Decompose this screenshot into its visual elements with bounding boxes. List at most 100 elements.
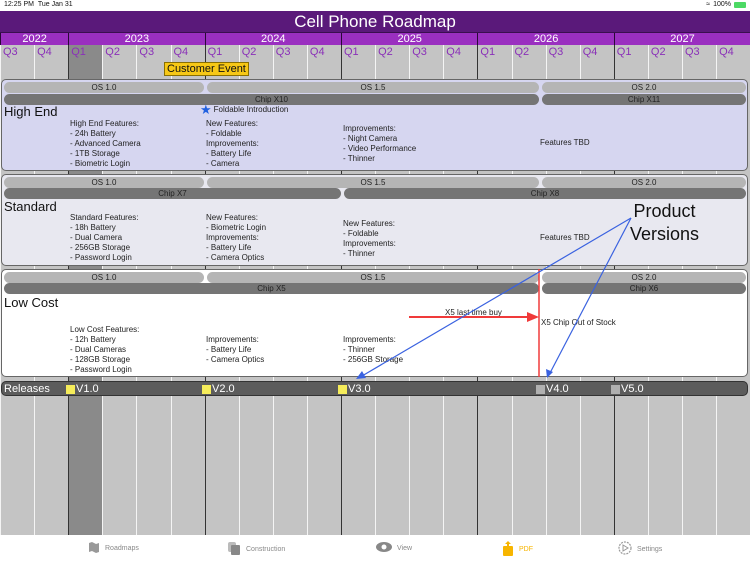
tab-label: Roadmaps (105, 544, 139, 552)
releases-bar[interactable]: Releases V1.0 V2.0 V3.0 V4.0 V5.0 (1, 381, 748, 396)
release-v1[interactable]: V1.0 (66, 383, 99, 395)
quarter-label: Q2 (378, 46, 393, 58)
tab-bar: Roadmaps Construction View PDF Settings (0, 535, 750, 562)
lane-note: Features TBD (540, 138, 590, 147)
tab-construction[interactable]: Construction (227, 541, 285, 557)
map-icon (88, 541, 100, 555)
tab-label: PDF (519, 546, 533, 553)
eye-icon (376, 541, 392, 555)
quarter-label: Q2 (105, 46, 120, 58)
lane-note: New Features: - Foldable Improvements: -… (343, 219, 396, 258)
callout-line2: Versions (630, 224, 700, 244)
lane-title: High End (4, 104, 58, 119)
os-bar[interactable]: OS 1.5 (207, 82, 539, 93)
quarter-label: Q4 (37, 46, 52, 58)
quarter-label: Q3 (275, 46, 291, 58)
battery-icon (734, 1, 746, 8)
customer-event-marker[interactable]: Customer Event (164, 62, 249, 76)
quarter-label: Q3 (139, 46, 155, 58)
last-buy-label: X5 last time buy (445, 308, 502, 317)
quarter-label: Q3 (412, 46, 427, 58)
lane-note: New Features: - Biometric Login Improvem… (206, 213, 267, 262)
tab-roadmaps[interactable]: Roadmaps (88, 541, 139, 555)
out-of-stock-label: X5 Chip Out of Stock (541, 318, 616, 327)
chip-bar[interactable]: Chip X10 (4, 94, 539, 105)
lane-note: High End Features: - 24h Battery - Advan… (70, 119, 141, 168)
date-text: Tue Jan 31 (37, 1, 73, 8)
lane-note: Features TBD (540, 233, 590, 242)
lane-high-end[interactable]: OS 1.0 OS 1.5 OS 2.0 Chip X10 Chip X11 H… (1, 79, 748, 171)
status-time: 12:25 PM Tue Jan 31 (4, 1, 73, 8)
release-v2[interactable]: V2.0 (202, 384, 235, 395)
quarter-label: Q4 (446, 46, 461, 58)
chip-bar[interactable]: Chip X7 (4, 188, 341, 199)
lane-note: Improvements: - Night Camera - Video Per… (343, 124, 417, 163)
release-v4[interactable]: V4.0 (536, 384, 569, 395)
chip-bar[interactable]: Chip X8 (344, 188, 746, 199)
release-marker (611, 384, 620, 394)
os-bar[interactable]: OS 2.0 (542, 82, 746, 93)
quarter-label: Q2 (650, 46, 666, 58)
tab-label: View (397, 544, 413, 552)
lane-title: Standard (4, 199, 57, 214)
release-label: V3.0 (348, 383, 371, 395)
tab-pdf[interactable]: PDF (502, 541, 533, 558)
tab-label: Construction (246, 545, 286, 553)
os-bar[interactable]: OS 2.0 (542, 272, 746, 283)
status-bar: 12:25 PM Tue Jan 31 ≈ 100% (0, 0, 750, 11)
product-versions-callout: Product Versions (630, 200, 699, 246)
quarter-label: Q2 (241, 46, 257, 58)
year-label: 2025 (341, 33, 477, 45)
release-v3[interactable]: V3.0 (338, 383, 371, 395)
lane-low-cost[interactable]: OS 1.0 OS 1.5 OS 2.0 Chip X5 Chip X6 Low… (1, 269, 748, 377)
year-label: 2026 (477, 33, 613, 45)
os-bar[interactable]: OS 1.5 (207, 272, 539, 283)
lane-note: New Features: - Foldable Improvements: -… (206, 119, 259, 168)
gear-icon (618, 541, 632, 557)
lane-title: Low Cost (4, 295, 59, 310)
chip-bar[interactable]: Chip X11 (542, 94, 746, 105)
lane-note: Improvements: - Battery Life - Camera Op… (206, 335, 265, 364)
page-title: Cell Phone Roadmap (0, 11, 750, 33)
os-bar[interactable]: OS 1.0 (4, 82, 204, 93)
time-text: 12:25 PM (4, 1, 34, 8)
battery-percent: 100% (713, 1, 731, 8)
release-marker (536, 384, 545, 394)
star-icon: ★ (200, 102, 212, 117)
release-marker (202, 384, 211, 394)
quarter-label: Q3 (3, 46, 18, 58)
wifi-icon: ≈ (706, 1, 711, 8)
chip-bar[interactable]: Chip X6 (542, 283, 746, 294)
quarter-label: Q4 (719, 46, 734, 58)
quarter-label: Q1 (616, 46, 632, 58)
callout-line1: Product (633, 201, 696, 221)
release-label: V1.0 (76, 383, 99, 395)
os-bar[interactable]: OS 2.0 (542, 177, 746, 188)
quarter-label: Q3 (548, 46, 564, 58)
release-marker (66, 384, 75, 394)
quarter-label: Q4 (173, 46, 189, 58)
lane-note: Improvements: - Thinner - 256GB Storage (343, 335, 404, 364)
year-label: 2023 (68, 33, 204, 45)
tab-settings[interactable]: Settings (618, 541, 662, 557)
year-label: 2022 (0, 33, 68, 45)
release-label: V5.0 (621, 383, 644, 395)
chip-bar[interactable]: Chip X5 (4, 283, 539, 294)
release-v5[interactable]: V5.0 (611, 383, 644, 395)
construction-icon (227, 541, 241, 557)
releases-label: Releases (4, 383, 50, 395)
tab-label: Settings (637, 545, 663, 553)
milestone[interactable]: ★ Foldable Introduction (200, 102, 289, 117)
os-bar[interactable]: OS 1.5 (207, 177, 539, 188)
quarter-label: Q4 (309, 46, 325, 58)
lane-note: Standard Features: - 18h Battery - Dual … (70, 213, 139, 262)
tab-view[interactable]: View (376, 541, 412, 555)
os-bar[interactable]: OS 1.0 (4, 177, 204, 188)
lane-note: Low Cost Features: - 12h Battery - Dual … (70, 325, 140, 374)
share-icon (502, 541, 514, 558)
os-bar[interactable]: OS 1.0 (4, 272, 204, 283)
release-marker (338, 384, 347, 394)
quarter-label: Q1 (480, 46, 496, 58)
milestone-label: Foldable Introduction (213, 105, 289, 114)
quarter-label: Q2 (514, 46, 530, 58)
